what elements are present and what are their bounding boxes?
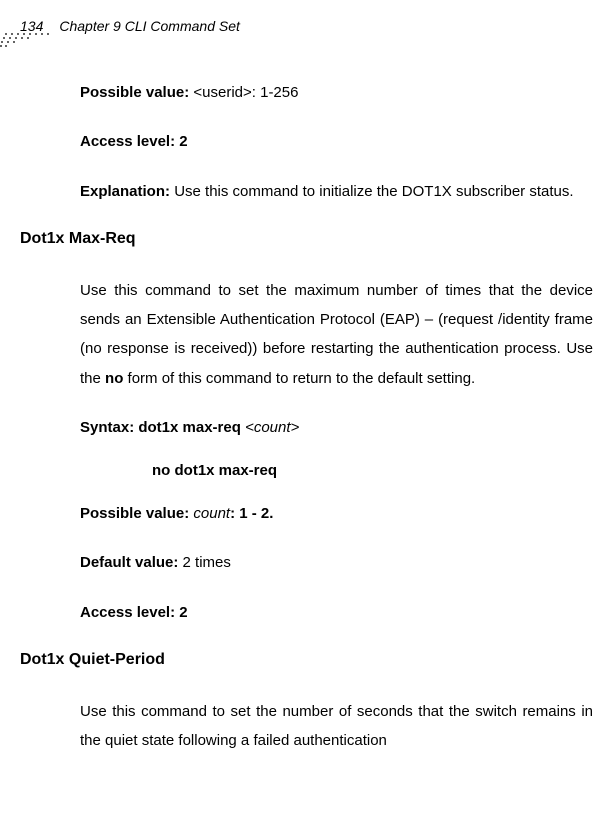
- default-value-text: 2 times: [183, 554, 231, 571]
- possible-value-text: <userid>: 1-256: [193, 84, 298, 101]
- explanation-paragraph: Explanation: Use this command to initial…: [80, 177, 593, 206]
- section-heading-maxreq: Dot1x Max-Req: [20, 230, 593, 248]
- possible-value-label: Possible value:: [80, 84, 193, 101]
- access-level-line-2: Access level: 2: [80, 598, 593, 627]
- maxreq-desc-no: no: [105, 370, 123, 387]
- syntax-line: Syntax: dot1x max-req <count>: [80, 413, 593, 442]
- possible-value-arg: count: [193, 505, 230, 522]
- chapter-title: Chapter 9 CLI Command Set: [59, 18, 240, 34]
- default-value-line: Default value: 2 times: [80, 548, 593, 577]
- content-block-1: Possible value: <userid>: 1-256 Access l…: [20, 78, 593, 206]
- page-container: 134 Chapter 9 CLI Command Set Possible v…: [0, 0, 613, 755]
- no-command-line: no dot1x max-req: [80, 462, 593, 479]
- page-header: 134 Chapter 9 CLI Command Set: [20, 18, 593, 34]
- access-level-line-1: Access level: 2: [80, 127, 593, 156]
- explanation-label: Explanation:: [80, 183, 174, 200]
- section-heading-quiet: Dot1x Quiet-Period: [20, 651, 593, 669]
- explanation-text: Use this command to initialize the DOT1X…: [174, 183, 573, 200]
- content-block-2: Use this command to set the maximum numb…: [20, 276, 593, 627]
- syntax-arg: <count>: [245, 419, 299, 436]
- possible-value-line-2: Possible value: count: 1 - 2.: [80, 499, 593, 528]
- possible-value-rest: : 1 - 2.: [230, 505, 273, 522]
- corner-dots-decoration: [0, 32, 54, 48]
- maxreq-description: Use this command to set the maximum numb…: [80, 276, 593, 393]
- content-block-3: Use this command to set the number of se…: [20, 697, 593, 756]
- maxreq-desc-b: form of this command to return to the de…: [123, 370, 475, 387]
- access-level-label: Access level: 2: [80, 133, 188, 150]
- possible-value-line-1: Possible value: <userid>: 1-256: [80, 78, 593, 107]
- possible-value-label-2: Possible value:: [80, 505, 193, 522]
- quiet-description: Use this command to set the number of se…: [80, 697, 593, 756]
- default-value-label: Default value:: [80, 554, 183, 571]
- syntax-label: Syntax: dot1x max-req: [80, 419, 245, 436]
- access-level-label-2: Access level: 2: [80, 604, 188, 621]
